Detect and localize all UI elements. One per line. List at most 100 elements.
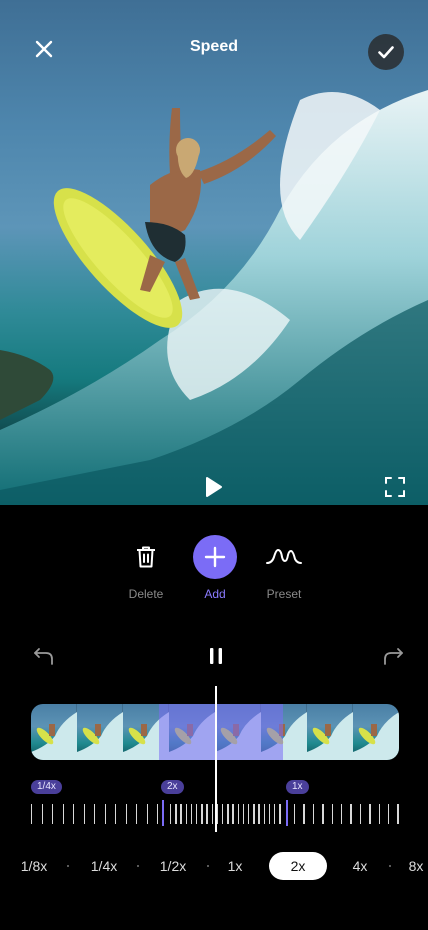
add-label: Add (204, 587, 226, 601)
ruler-tick (232, 804, 234, 824)
ruler-tick (222, 804, 224, 824)
ruler-tick (263, 804, 265, 824)
separator-dot (207, 865, 209, 867)
preset-button[interactable]: Preset (244, 535, 324, 601)
top-bar: Speed (0, 20, 428, 72)
thumbnail-frame (123, 704, 169, 760)
video-preview: Speed (0, 0, 428, 505)
ruler-tick (216, 804, 219, 824)
add-button[interactable]: Add (175, 535, 255, 601)
delete-button[interactable]: Delete (106, 535, 186, 601)
ruler-tick (196, 804, 198, 824)
redo-icon (384, 648, 403, 665)
ruler-tick (31, 804, 33, 824)
speed-tools: Delete Add Preset (0, 535, 428, 605)
playhead[interactable] (215, 686, 217, 832)
redo-button[interactable] (382, 645, 404, 667)
undo-button[interactable] (33, 645, 55, 667)
speed-ruler: 1/4x 2x 1x (0, 776, 428, 836)
speed-marker-badge[interactable]: 1/4x (31, 780, 62, 794)
ruler-tick (115, 804, 117, 824)
ruler-tick (312, 804, 315, 824)
ruler-tick (331, 804, 333, 824)
ruler-tick (206, 804, 208, 824)
speed-option[interactable]: 1x (222, 852, 248, 880)
ruler-tick (274, 804, 276, 824)
separator-dot (137, 865, 139, 867)
speed-option-selected[interactable]: 2x (269, 852, 327, 880)
ruler-tick (242, 804, 245, 824)
speed-option[interactable]: 1/4x (86, 852, 122, 880)
ruler-tick (94, 804, 96, 824)
thumbnail-frame (261, 704, 307, 760)
thumbnail-frame (215, 704, 261, 760)
ruler-tick (136, 804, 138, 824)
ruler-tick (170, 804, 172, 824)
speed-point-tick (162, 800, 164, 826)
speed-option[interactable]: 8x (404, 852, 428, 880)
ruler-tick (73, 804, 75, 824)
ruler-tick (388, 804, 390, 824)
ruler-tick (157, 804, 159, 824)
ruler-tick (211, 804, 213, 824)
ruler-tick (185, 804, 187, 824)
thumbnail-frame (169, 704, 215, 760)
ruler-ticks[interactable] (0, 800, 428, 830)
ruler-tick (359, 804, 362, 824)
speed-point-tick (286, 800, 288, 826)
ruler-tick (146, 804, 148, 824)
ruler-tick (350, 804, 352, 824)
fullscreen-button[interactable] (383, 475, 407, 499)
thumbnail-frame (77, 704, 123, 760)
play-button[interactable] (200, 474, 226, 500)
ruler-tick (378, 804, 380, 824)
ruler-tick (62, 804, 64, 824)
speed-marker-badge[interactable]: 1x (286, 780, 309, 794)
page-title: Speed (189, 38, 238, 55)
speed-option[interactable]: 1/8x (16, 852, 52, 880)
ruler-tick (341, 804, 343, 824)
undo-icon (34, 648, 53, 665)
ruler-tick (180, 804, 182, 824)
ruler-tick (253, 804, 255, 824)
ruler-tick (125, 804, 127, 824)
thumbnail-frame (31, 704, 77, 760)
speed-option[interactable]: 4x (347, 852, 373, 880)
checkmark-icon (378, 46, 394, 59)
curve-icon (266, 548, 302, 564)
ruler-tick (190, 804, 193, 824)
ruler-tick (248, 804, 250, 824)
ruler-tick (303, 804, 305, 824)
ruler-tick (201, 804, 203, 824)
separator-dot (67, 865, 69, 867)
ruler-tick (52, 804, 54, 824)
delete-label: Delete (128, 587, 164, 601)
ruler-tick (104, 804, 106, 824)
thumbnail-frame (307, 704, 353, 760)
ruler-tick (322, 804, 324, 824)
thumbnail-frame (353, 704, 399, 760)
ruler-tick (237, 804, 239, 824)
play-icon (206, 477, 222, 497)
pause-icon (210, 648, 222, 664)
fullscreen-icon (385, 477, 405, 497)
ruler-tick (397, 804, 399, 824)
ruler-tick (294, 804, 296, 824)
ruler-tick (83, 804, 85, 824)
ruler-tick (227, 804, 229, 824)
ruler-tick (268, 804, 271, 824)
speed-selector: 1/8x 1/4x 1/2x 1x 2x 4x 8x (0, 852, 428, 882)
speed-option[interactable]: 1/2x (155, 852, 191, 880)
pause-button[interactable] (204, 644, 228, 668)
ruler-tick (369, 804, 371, 824)
ruler-tick (258, 804, 260, 824)
confirm-button[interactable] (368, 34, 404, 70)
plus-icon (204, 546, 226, 568)
playback-controls (0, 640, 428, 672)
surfer-video-frame (0, 90, 428, 505)
trash-icon (137, 546, 155, 568)
speed-marker-badge[interactable]: 2x (161, 780, 184, 794)
ruler-tick (279, 804, 281, 824)
ruler-tick (175, 804, 177, 824)
ruler-tick (41, 804, 43, 824)
